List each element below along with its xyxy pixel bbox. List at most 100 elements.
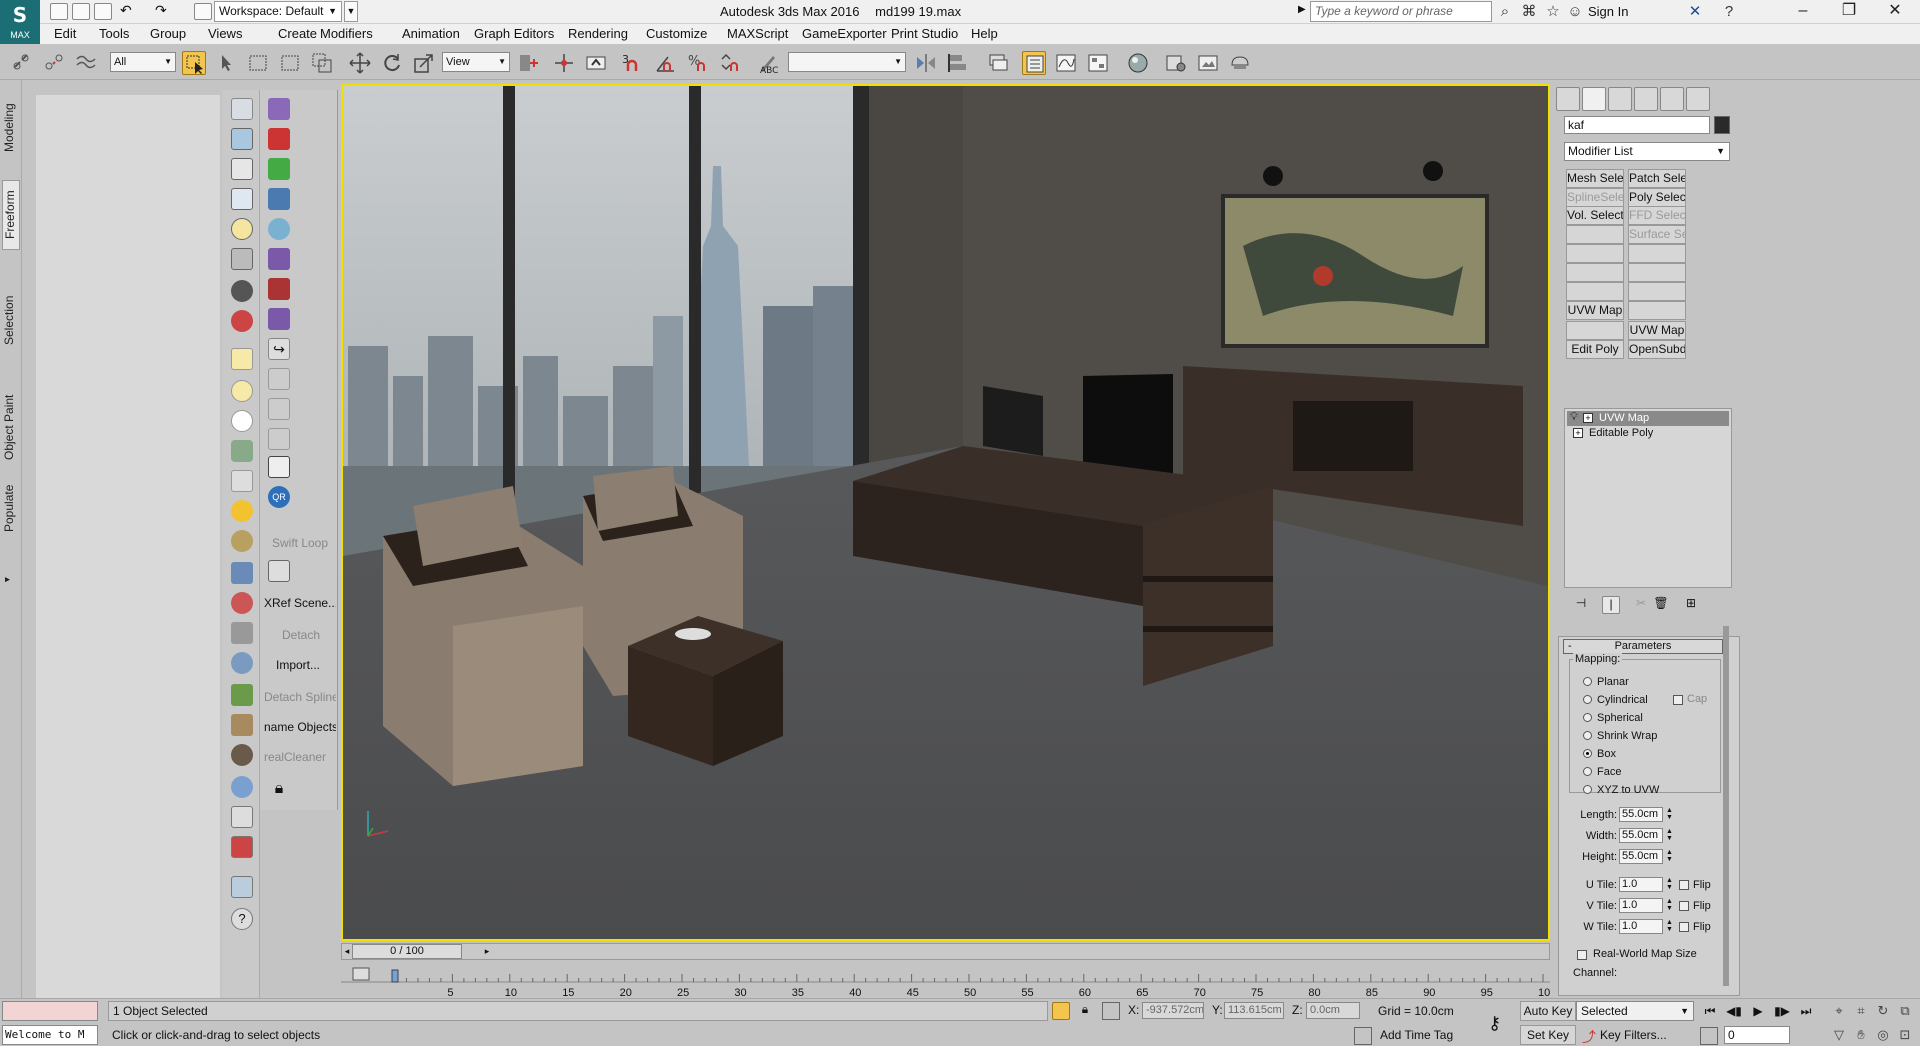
xref-scene-label[interactable]: XRef Scene... [264,596,336,610]
texture-sphere-icon[interactable] [231,744,253,766]
set-key-icon[interactable]: ⤴ [1580,1027,1598,1045]
image-viewer-icon[interactable] [231,128,253,150]
set-key-button[interactable]: Set Key [1520,1025,1576,1045]
u-flip-checkbox[interactable] [1679,880,1689,890]
hierarchy-tab-icon[interactable] [1608,87,1632,111]
menu-help[interactable]: Help [971,26,998,41]
modifier-set-button[interactable]: SplineSelect [1566,188,1624,207]
material-editor-icon[interactable] [1126,51,1150,75]
mapping-box-radio[interactable]: Box [1583,747,1616,761]
search-expand-icon[interactable]: ▶ [1298,4,1306,15]
modifier-set-button[interactable] [1566,282,1624,301]
modifier-stack[interactable]: 💡︎ + UVW Map + Editable Poly [1564,408,1732,588]
quick-access-dropdown[interactable]: ▼ [344,1,358,22]
object-color-swatch[interactable] [1714,116,1730,134]
minimize-button[interactable]: – [1780,0,1826,24]
go-to-start-icon[interactable]: ⏮ [1700,1002,1720,1020]
new-file-icon[interactable] [50,3,68,20]
maxscript-listener-input[interactable] [2,1001,98,1021]
sun-icon[interactable] [231,500,253,522]
import-label[interactable]: Import... [276,658,348,672]
teapot-icon[interactable] [231,98,253,120]
sweep-icon[interactable] [268,456,290,478]
previous-frame-icon[interactable]: ◀▮ [1724,1002,1744,1020]
select-object-icon[interactable] [182,51,206,75]
key-icon[interactable]: ⚷ [1488,1013,1501,1034]
create-tab-icon[interactable] [1556,87,1580,111]
key-filters-button[interactable]: Key Filters... [1600,1028,1667,1042]
mapping-face-radio[interactable]: Face [1583,765,1621,779]
tab-populate[interactable]: Populate [2,478,20,538]
sign-in-link[interactable]: Sign In [1588,4,1628,19]
rendered-frame-window-icon[interactable] [1196,51,1220,75]
shield-icon[interactable] [268,98,290,120]
binoculars-icon[interactable]: ⌕ [1496,3,1514,20]
rectangle-shape-icon[interactable] [231,348,253,370]
time-slider-next-icon[interactable]: ▸ [482,944,492,959]
height-field[interactable]: 55.0cm [1619,849,1663,864]
select-and-move-icon[interactable] [310,51,334,75]
modifier-set-button[interactable] [1628,282,1686,301]
z-coord-field[interactable]: 0.0cm [1306,1002,1360,1019]
menu-gameexporter[interactable]: GameExporter [802,26,887,41]
wood-texture-icon[interactable] [231,714,253,736]
configure-sets-icon[interactable]: ⊞ [1682,596,1700,614]
select-and-link-icon[interactable] [10,51,34,75]
grass-icon[interactable] [231,684,253,706]
exchange-apps-icon[interactable]: ✕ [1686,3,1704,20]
modifier-set-button[interactable]: Edit Poly [1566,340,1624,359]
reference-coordinate-dropdown[interactable]: View ▼ [442,52,510,72]
w-tile-field[interactable]: 1.0 [1619,919,1663,934]
selection-lock-icon[interactable]: 🔒︎ [1076,1002,1094,1020]
maxscript-listener-output[interactable]: Welcome to M [2,1025,98,1045]
undo-icon[interactable]: ↶ [120,3,138,20]
motion-tab-icon[interactable] [1634,87,1658,111]
cube-outline-icon[interactable] [268,368,290,390]
angle-snap-icon[interactable] [654,51,678,75]
parameters-rollout-header[interactable]: - Parameters [1563,639,1723,654]
mapping-planar-radio[interactable]: Planar [1583,675,1629,689]
zoom-all-icon[interactable]: ⌗ [1852,1002,1870,1020]
modifier-set-button[interactable]: UVW Map [1628,321,1686,340]
keyboard-shortcut-override-icon[interactable] [584,51,608,75]
expand-plus-icon[interactable]: + [1573,428,1583,438]
light-bulb-icon[interactable]: 💡︎ [1569,412,1579,423]
subscription-icon[interactable]: ⌘ [1520,3,1538,20]
add-time-tag-button[interactable]: Add Time Tag [1380,1028,1453,1042]
named-selection-set-dropdown[interactable]: ▼ [788,52,906,72]
user-icon[interactable]: ☺ [1566,3,1584,20]
menu-edit[interactable]: Edit [54,26,76,41]
mapping-cylindrical-radio[interactable]: Cylindrical [1583,693,1648,707]
rename-objects-label[interactable]: name Objects [264,720,336,734]
mapping-spherical-radio[interactable]: Spherical [1583,711,1643,725]
modify-tab-icon[interactable] [1582,87,1606,111]
paint-icon[interactable] [231,592,253,614]
gear-cluster-icon[interactable] [231,248,253,270]
time-slider-prev-icon[interactable]: ◂ [342,944,352,959]
tab-freeform[interactable]: Freeform [2,180,20,250]
menu-animation[interactable]: Animation [402,26,460,41]
percent-snap-icon[interactable]: % [686,51,710,75]
close-button[interactable]: ✕ [1872,0,1918,24]
length-field[interactable]: 55.0cm [1619,807,1663,822]
v-flip-checkbox[interactable] [1679,901,1689,911]
x-coord-field[interactable]: -937.572cm [1142,1002,1204,1019]
workspace-dropdown[interactable]: Workspace: Default ▼ [214,1,342,22]
align-icon[interactable] [946,51,970,75]
help-circle-icon[interactable]: ? [231,908,253,930]
layers-icon[interactable] [231,806,253,828]
render-production-icon[interactable] [1228,51,1252,75]
modifier-set-button[interactable]: Poly Select [1628,188,1686,207]
spinner-snap-icon[interactable] [718,51,742,75]
menu-maxscript[interactable]: MAXScript [727,26,788,41]
toggle-scene-explorer-icon[interactable] [1022,51,1046,75]
cap-checkbox[interactable] [1673,695,1683,705]
modifier-set-button[interactable]: Surface Select [1628,225,1686,244]
time-slider[interactable]: ◂ 0 / 100 ▸ [341,943,1550,960]
bind-to-space-warp-icon[interactable] [74,51,98,75]
modifier-set-button[interactable] [1628,244,1686,263]
modifier-set-button[interactable] [1566,263,1624,282]
sky-icon[interactable] [231,530,253,552]
perspective-viewport[interactable] [341,84,1550,941]
mapping-xyz-to-uvw-radio[interactable]: XYZ to UVW [1583,783,1659,797]
